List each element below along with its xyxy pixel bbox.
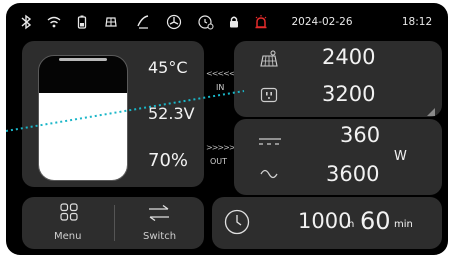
device-screen: 2024-02-26 18:12 45°C 52.3V 70% <<<<< IN… [6,3,448,255]
dotted-pointer-line [6,90,245,132]
